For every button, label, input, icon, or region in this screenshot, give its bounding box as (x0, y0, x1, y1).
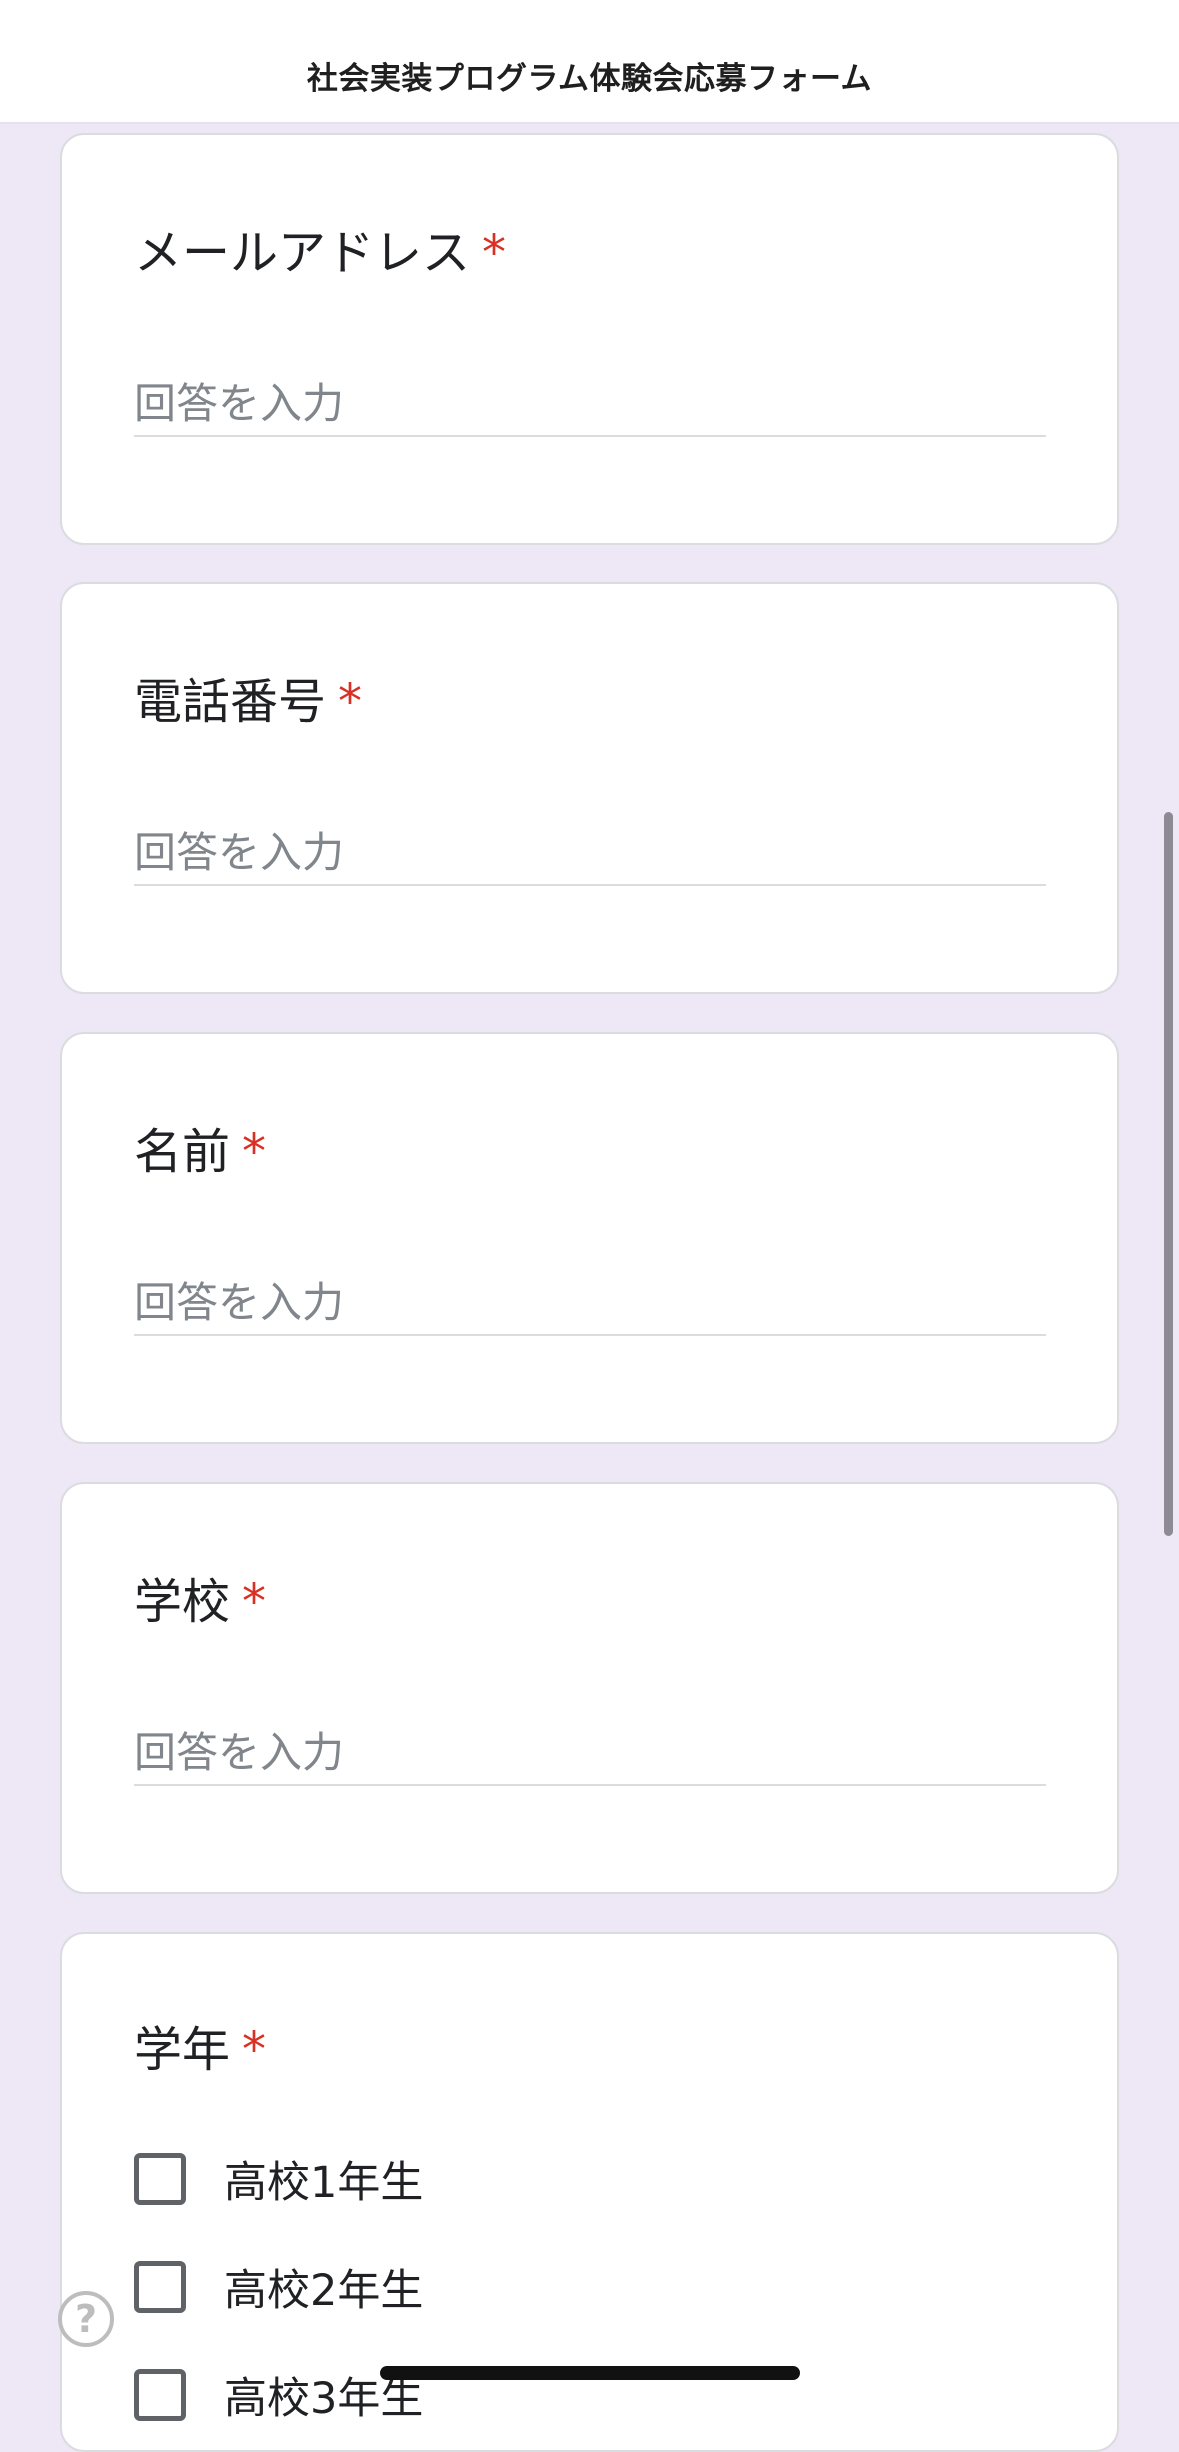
home-indicator (380, 2366, 800, 2380)
form-title: 社会実装プログラム体験会応募フォーム (306, 60, 873, 97)
required-asterisk: * (242, 1124, 267, 1180)
question-label: 名前 (134, 1124, 231, 1180)
name-input[interactable] (134, 1270, 1046, 1334)
question-title: メールアドレス * (134, 213, 506, 283)
help-glyph: ? (74, 2297, 98, 2341)
scrollbar[interactable] (1164, 812, 1173, 1536)
checkbox-option[interactable]: 高校1年生 (134, 2148, 423, 2210)
required-asterisk: * (242, 1574, 267, 1630)
school-input[interactable] (134, 1720, 1046, 1784)
checkbox[interactable] (134, 2369, 186, 2421)
required-asterisk: * (242, 2022, 267, 2078)
answer-field (134, 820, 1046, 886)
question-label: 学校 (134, 1574, 231, 1630)
question-title: 学校 * (134, 1562, 266, 1632)
question-card-email: メールアドレス * (60, 133, 1119, 545)
phone-input[interactable] (134, 820, 1046, 884)
answer-field (134, 1270, 1046, 1336)
question-label: メールアドレス (134, 225, 471, 281)
question-card-school: 学校 * (60, 1482, 1119, 1894)
checkbox[interactable] (134, 2153, 186, 2205)
option-label: 高校1年生 (224, 2158, 424, 2208)
help-circle-icon[interactable]: ? (58, 2291, 114, 2347)
required-asterisk: * (482, 225, 507, 281)
question-title: 学年 * (134, 2010, 266, 2080)
answer-field (134, 1720, 1046, 1786)
checkbox-option[interactable]: 高校2年生 (134, 2256, 423, 2318)
answer-field (134, 371, 1046, 437)
required-asterisk: * (338, 674, 363, 730)
checkbox[interactable] (134, 2261, 186, 2313)
question-title: 電話番号 * (134, 662, 362, 732)
form-header: 社会実装プログラム体験会応募フォーム (0, 0, 1179, 124)
question-card-name: 名前 * (60, 1032, 1119, 1444)
question-card-phone: 電話番号 * (60, 582, 1119, 994)
email-input[interactable] (134, 371, 1046, 435)
question-label: 電話番号 (134, 674, 327, 730)
option-label: 高校2年生 (224, 2266, 424, 2316)
question-title: 名前 * (134, 1112, 266, 1182)
question-label: 学年 (134, 2022, 231, 2078)
